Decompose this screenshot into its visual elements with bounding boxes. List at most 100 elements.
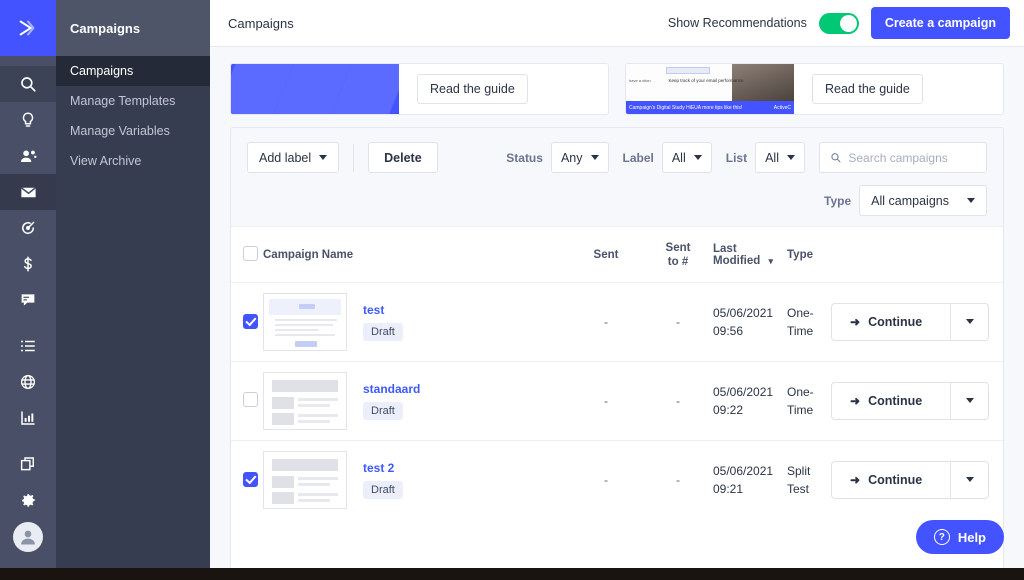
continue-dropdown-toggle[interactable]	[950, 382, 988, 419]
continue-split-button[interactable]: ➜ Continue	[831, 460, 989, 499]
row-actions: ➜ Continue	[831, 361, 1003, 441]
rail-item-apps[interactable]	[0, 446, 56, 482]
list-filter-dropdown[interactable]: All	[755, 142, 805, 173]
chevron-down-icon	[590, 155, 599, 160]
type-filter-dropdown[interactable]: All campaigns	[859, 185, 987, 216]
continue-button[interactable]: ➜ Continue	[832, 462, 950, 498]
send-arrow-icon	[19, 20, 35, 36]
gear-icon	[22, 494, 35, 507]
recommendation-body: Read the guide	[399, 64, 608, 114]
campaigns-table: Campaign Name Sent Sent to # Last Modifie…	[231, 227, 1003, 519]
list-icon	[21, 340, 35, 352]
sidebar-item-manage-templates[interactable]: Manage Templates	[56, 86, 210, 116]
continue-split-button[interactable]: ➜ Continue	[831, 302, 989, 341]
show-recommendations-toggle[interactable]	[818, 12, 859, 34]
column-sent-to[interactable]: Sent to #	[643, 227, 713, 283]
recommendation-card-2[interactable]: have a ction Keep track of your email pe…	[625, 63, 1004, 115]
row-type: One- Time	[787, 361, 831, 441]
rail-item-lists[interactable]	[0, 328, 56, 364]
table-row[interactable]: test 2 Draft - - 05/06/2021 09:21 Split Te…	[231, 440, 1003, 519]
rail-item-website[interactable]	[0, 364, 56, 400]
read-the-guide-button[interactable]: Read the guide	[812, 74, 923, 104]
campaign-name-link[interactable]: test 2	[363, 461, 403, 475]
search-campaigns-box[interactable]	[819, 142, 987, 173]
continue-button[interactable]: ➜ Continue	[832, 383, 950, 419]
campaign-thumbnail[interactable]	[263, 371, 347, 430]
campaign-thumbnail[interactable]	[263, 292, 347, 351]
avatar[interactable]	[13, 522, 43, 552]
rail-item-contacts[interactable]	[0, 138, 56, 174]
sidebar-item-manage-variables[interactable]: Manage Variables	[56, 116, 210, 146]
user-avatar-icon	[21, 530, 35, 545]
chevron-down-icon	[965, 477, 974, 483]
chevron-down-icon	[965, 319, 974, 325]
rail-item-reports[interactable]	[0, 400, 56, 436]
last-modified-time: 09:22	[713, 402, 744, 417]
row-select-cell	[231, 282, 263, 362]
row-last-modified: 05/06/2021 09:56	[713, 282, 787, 362]
label-filter-dropdown[interactable]: All	[661, 142, 712, 173]
continue-label: Continue	[868, 314, 923, 329]
last-modified-time: 09:56	[713, 323, 744, 338]
rail-item-deals[interactable]	[0, 246, 56, 282]
toolbar-divider	[353, 143, 355, 172]
campaign-thumbnail[interactable]	[263, 450, 347, 509]
table-body: test Draft - - 05/06/2021 09:56 One- Time	[231, 282, 1003, 519]
sidebar-item-view-archive[interactable]: View Archive	[56, 146, 210, 176]
row-select-cell	[231, 361, 263, 441]
rail-item-search[interactable]	[0, 66, 56, 102]
column-campaign-name[interactable]: Campaign Name	[263, 227, 569, 283]
create-campaign-button[interactable]: Create a campaign	[870, 7, 1010, 39]
rail-item-insights[interactable]	[0, 102, 56, 138]
table-row[interactable]: test Draft - - 05/06/2021 09:56 One- Time	[231, 282, 1003, 362]
recommendation-card-1[interactable]: Read the guide	[230, 63, 609, 115]
delete-button[interactable]: Delete	[368, 142, 438, 173]
add-label-dropdown[interactable]: Add label	[247, 142, 340, 173]
type-line-2: Time	[787, 323, 814, 338]
list-filter-label: List	[725, 150, 748, 165]
sidebar-item-label: Campaigns	[70, 64, 134, 78]
help-button[interactable]: ? Help	[915, 520, 1004, 554]
rail-item-campaigns[interactable]	[0, 174, 56, 210]
search-icon	[831, 153, 841, 163]
sidebar-item-campaigns[interactable]: Campaigns	[56, 56, 210, 86]
continue-dropdown-toggle[interactable]	[950, 461, 988, 498]
row-checkbox[interactable]	[243, 472, 258, 487]
add-label-text: Add label	[259, 150, 312, 165]
column-type[interactable]: Type	[787, 227, 831, 283]
arrow-right-icon: ➜	[850, 314, 861, 329]
column-last-modified[interactable]: Last Modified ▾	[713, 227, 787, 283]
campaigns-panel: Add label Delete Status Any Label All Li…	[230, 127, 1004, 568]
toggle-knob	[839, 14, 857, 32]
table-row[interactable]: standaard Draft - - 05/06/2021 09:22 One-…	[231, 361, 1003, 441]
select-all-checkbox[interactable]	[243, 246, 258, 262]
chevron-down-icon	[967, 198, 975, 203]
continue-button[interactable]: ➜ Continue	[832, 304, 950, 340]
chevron-down-icon	[319, 155, 328, 160]
rail-item-automations[interactable]	[0, 210, 56, 246]
table-head: Campaign Name Sent Sent to # Last Modifie…	[231, 227, 1003, 283]
search-input[interactable]	[848, 150, 976, 165]
thumb-text-left: have a ction	[629, 78, 651, 83]
status-filter-dropdown[interactable]: Any	[550, 142, 609, 173]
campaign-name-link[interactable]: test	[363, 303, 403, 317]
thumb-bar-left-text: Campaign's Digital Study HiEUA more tips…	[629, 104, 743, 111]
rail-item-settings[interactable]	[0, 482, 56, 518]
globe-icon	[20, 374, 36, 390]
continue-split-button[interactable]: ➜ Continue	[831, 381, 989, 420]
sidebar-item-label: Manage Variables	[70, 124, 170, 138]
app-logo[interactable]	[0, 0, 56, 56]
row-checkbox[interactable]	[243, 314, 258, 329]
row-last-modified: 05/06/2021 09:22	[713, 361, 787, 441]
delete-label: Delete	[384, 150, 422, 165]
row-checkbox[interactable]	[243, 391, 258, 407]
column-sent[interactable]: Sent	[569, 227, 643, 283]
campaign-name-link[interactable]: standaard	[363, 382, 420, 396]
continue-dropdown-toggle[interactable]	[950, 303, 988, 340]
read-the-guide-button[interactable]: Read the guide	[417, 74, 528, 104]
type-line-2: Time	[787, 402, 814, 417]
top-bar-actions: Show Recommendations Create a campaign	[668, 7, 1010, 39]
type-line-1: One-	[787, 384, 814, 399]
row-sent: -	[569, 282, 643, 362]
rail-item-conversations[interactable]	[0, 282, 56, 318]
